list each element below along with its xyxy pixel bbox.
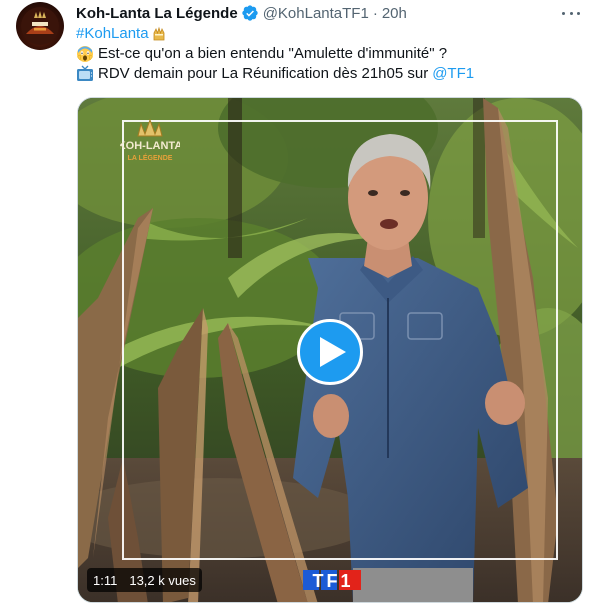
handle[interactable]: @KohLantaTF1: [263, 5, 369, 22]
tf1-channel-logo: TF1: [303, 570, 361, 591]
svg-text:LA LÉGENDE: LA LÉGENDE: [128, 153, 173, 162]
text-line-3: RDV demain pour La Réunification dès 21h…: [76, 64, 586, 84]
verified-badge-icon: [242, 5, 258, 21]
koh-lanta-overlay-logo: KOH-LANTA LA LÉGENDE: [120, 118, 180, 162]
text-line-2: Est-ce qu'on a bien entendu "Amulette d'…: [76, 44, 586, 64]
tweet-text: #KohLanta Est-ce qu'on a bien entendu "A…: [76, 24, 586, 84]
video-views: 13,2 k vues: [129, 572, 196, 588]
video-player[interactable]: KOH-LANTA LA LÉGENDE 1:11 13,2 k vues TF…: [77, 97, 583, 603]
display-name[interactable]: Koh-Lanta La Légende: [76, 5, 238, 22]
screaming-face-emoji: [76, 45, 94, 63]
mention-link[interactable]: @TF1: [432, 64, 474, 84]
tweet-card[interactable]: Koh-Lanta La Légende @KohLantaTF1 · 20h …: [0, 0, 600, 604]
hashtag-line: #KohLanta: [76, 24, 586, 44]
video-duration: 1:11: [93, 572, 118, 588]
svg-text:KOH-LANTA: KOH-LANTA: [120, 140, 180, 152]
television-emoji: [76, 65, 94, 83]
hashtag-link[interactable]: #KohLanta: [76, 24, 149, 44]
koh-lanta-logo-icon: [21, 7, 59, 45]
text-line-2-content: Est-ce qu'on a bien entendu "Amulette d'…: [98, 45, 448, 62]
avatar[interactable]: [16, 2, 64, 50]
tweet-header: Koh-Lanta La Légende @KohLantaTF1 · 20h: [76, 3, 407, 23]
text-line-3-content: RDV demain pour La Réunification dès 21h…: [98, 65, 429, 82]
koh-lanta-hashflag-icon: [150, 25, 168, 43]
video-info-badge: 1:11 13,2 k vues: [87, 568, 202, 592]
play-button[interactable]: [297, 319, 363, 385]
timestamp[interactable]: 20h: [382, 5, 407, 22]
more-options-icon[interactable]: [562, 4, 580, 22]
play-icon: [319, 337, 346, 367]
separator-dot: ·: [372, 4, 378, 22]
svg-text:TF1: TF1: [312, 571, 353, 591]
